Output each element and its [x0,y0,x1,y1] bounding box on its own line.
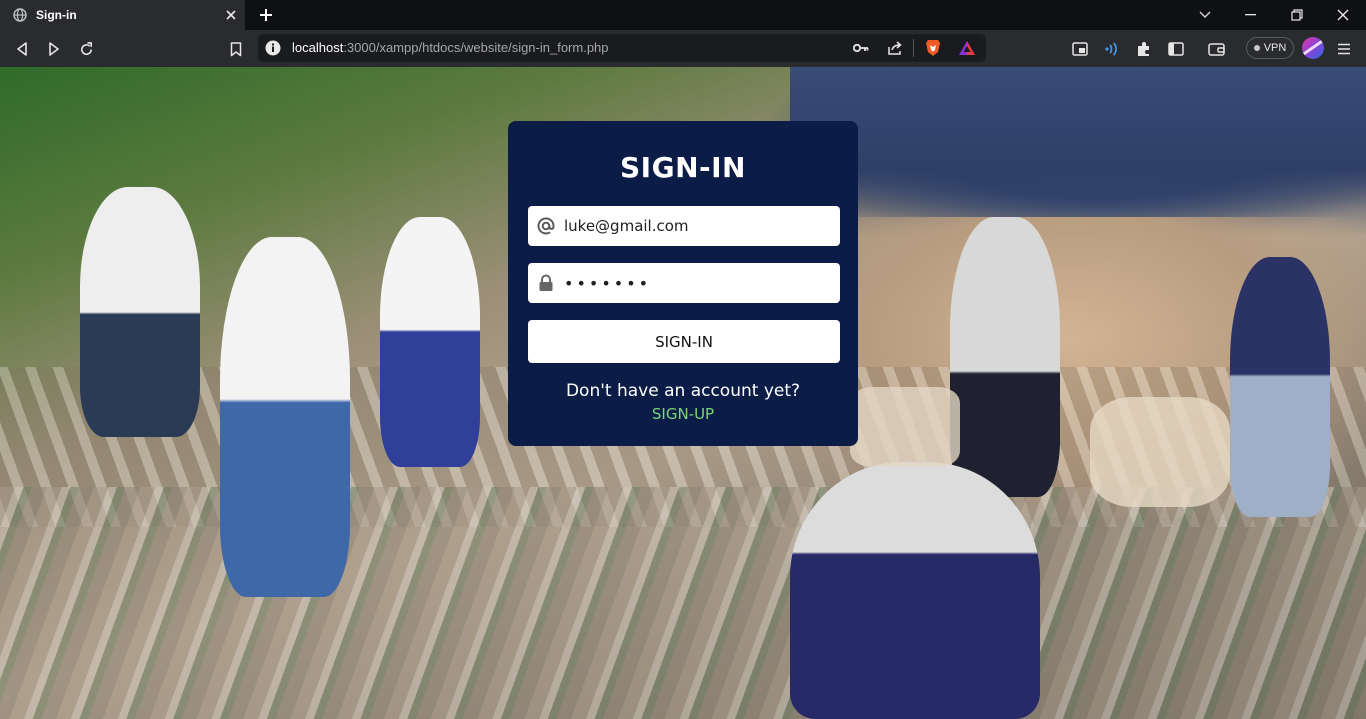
sign-up-link[interactable]: SIGN-UP [508,405,858,423]
browser-toolbar: localhost:3000/xampp/htdocs/website/sign… [0,30,1366,67]
bookmark-button[interactable] [225,38,247,60]
close-icon [1337,9,1349,21]
address-divider [913,39,914,57]
lock-icon [536,273,556,293]
plus-icon [260,9,272,21]
volunteer-figure [220,237,350,597]
sidebar-icon [1168,42,1184,56]
reload-icon [80,41,92,55]
sea-area [790,67,1366,237]
media-button[interactable] [1069,38,1091,60]
globe-icon [12,7,28,23]
sign-in-title: SIGN-IN [620,151,746,184]
email-field[interactable] [528,206,840,246]
sign-in-button[interactable]: SIGN-IN [528,320,840,363]
extensions-button[interactable] [1133,38,1155,60]
volunteer-figure [1230,257,1330,517]
volunteer-figure [950,217,1060,497]
bookmark-icon [230,41,242,56]
password-input[interactable] [564,273,834,293]
sign-in-card: SIGN-IN SIGN-IN Don't have an account ye… [508,121,858,446]
signup-prompt: Don't have an account yet? [565,381,801,401]
forward-icon [49,42,59,56]
forward-button[interactable] [43,38,65,60]
at-icon [536,216,556,236]
reload-button[interactable] [75,38,97,60]
close-icon[interactable] [223,7,239,23]
password-field[interactable] [528,263,840,303]
share-icon[interactable] [886,39,904,57]
menu-button[interactable] [1333,38,1355,60]
wallet-icon [1207,43,1225,56]
email-input[interactable] [564,217,834,235]
puzzle-icon [1138,42,1149,56]
litter-foreground [0,487,1366,719]
tab-sign-in[interactable]: Sign-in [0,0,245,30]
new-tab-button[interactable] [256,6,276,24]
minimize-button[interactable] [1239,4,1263,26]
brave-shield-icon[interactable] [924,39,942,57]
media-icon [1072,42,1088,56]
volunteer-figure [80,187,200,437]
page-viewport: SIGN-IN SIGN-IN Don't have an account ye… [0,67,1366,719]
info-icon[interactable] [264,39,282,57]
vpn-label: VPN [1263,42,1287,54]
wallet-button[interactable] [1205,38,1227,60]
url-text[interactable]: localhost:3000/xampp/htdocs/website/sign… [292,40,609,55]
back-button[interactable] [11,38,33,60]
volunteer-figure [380,217,480,467]
volunteer-figure [790,462,1040,719]
wallet-audio-button[interactable] [1101,38,1123,60]
wallet-audio-icon [1105,42,1117,56]
restore-icon [1291,9,1303,21]
minimize-icon [1245,14,1256,16]
vpn-button[interactable]: VPN [1246,37,1294,59]
vpn-status-dot [1253,45,1260,51]
tab-search-button[interactable] [1193,4,1217,26]
hamburger-icon [1338,43,1350,55]
url-path: :3000/xampp/htdocs/website/sign-in_form.… [343,40,609,55]
chevron-down-icon [1199,11,1211,18]
url-host: localhost [292,40,344,55]
close-window-button[interactable] [1331,4,1355,26]
tab-title: Sign-in [36,8,77,22]
address-bar[interactable]: localhost:3000/xampp/htdocs/website/sign… [258,34,986,62]
key-icon[interactable] [852,39,870,57]
restore-button[interactable] [1285,4,1309,26]
tab-strip: Sign-in [0,0,1366,30]
volunteer-figure [850,387,960,467]
avatar[interactable] [1302,37,1324,59]
brave-rewards-icon[interactable] [958,39,976,57]
sidebar-button[interactable] [1165,38,1187,60]
volunteer-figure [1090,397,1230,507]
back-icon [17,42,27,56]
